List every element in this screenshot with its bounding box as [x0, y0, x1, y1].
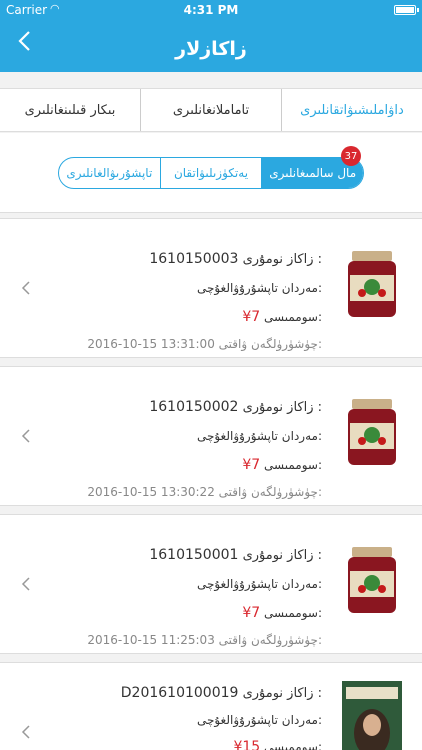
order-number-row: 1610150002 زاكاز نومۇرى : — [149, 399, 322, 415]
order-number: D201610100019 — [120, 685, 239, 701]
order-number: 1610150003 — [149, 251, 239, 267]
receiver-row: مەردان تاپشۇرۇۋالغۇچى: — [197, 713, 322, 727]
nav-bar: Carrier ◠ 4:31 PM زاكازلار — [0, 0, 422, 72]
segmented-control: تاپشۇرىۋالغانلىرى يەتكۈزىلىۋاتقان مال سا… — [58, 146, 364, 189]
receiver-name: مەردان — [281, 577, 318, 591]
chevron-left-icon — [21, 429, 30, 443]
order-price: ¥7 — [242, 309, 261, 325]
status-tabs: بىكار قىلىنغانلىرى تاماملانغانلىرى داۋام… — [0, 88, 422, 132]
receiver-row: مەردان تاپشۇرۇۋالغۇچى: — [197, 281, 322, 295]
segment-shipping[interactable]: يەتكۈزىلىۋاتقان — [159, 158, 262, 188]
total-label: سوممىسى: — [264, 310, 322, 324]
total-row: ¥15 سوممىسى: — [233, 739, 322, 750]
time-row: 2016-10-15 13:30:22 چۈشۈرۈلگەن ۋاقتى: — [87, 485, 322, 499]
time-row: 2016-10-15 13:31:00 چۈشۈرۈلگەن ۋاقتى: — [87, 337, 322, 351]
order-price: ¥15 — [233, 739, 261, 750]
order-number-row: 1610150003 زاكاز نومۇرى : — [149, 251, 322, 267]
order-number-label: زاكاز نومۇرى : — [242, 252, 322, 267]
receiver-row: مەردان تاپشۇرۇۋالغۇچى: — [197, 429, 322, 443]
order-card[interactable]: 1610150002 زاكاز نومۇرى : مەردان تاپشۇرۇ… — [0, 366, 422, 506]
order-number-label: زاكاز نومۇرى : — [242, 400, 322, 415]
order-price: ¥7 — [242, 605, 261, 621]
segment-not-shipped[interactable]: مال سالمىغانلىرى 37 — [261, 146, 364, 188]
tab-cancelled[interactable]: بىكار قىلىنغانلىرى — [0, 89, 140, 131]
order-number-label: زاكاز نومۇرى : — [242, 686, 322, 701]
tab-in-progress[interactable]: داۋاملىشىۋاتقانلىرى — [281, 89, 422, 131]
order-card[interactable]: 1610150003 زاكاز نومۇرى : مەردان تاپشۇرۇ… — [0, 218, 422, 358]
chevron-left-icon — [21, 281, 30, 295]
segment-area: تاپشۇرىۋالغانلىرى يەتكۈزىلىۋاتقان مال سا… — [0, 133, 422, 213]
product-thumbnail — [338, 541, 406, 621]
order-time: 2016-10-15 13:30:22 — [87, 485, 215, 499]
total-row: ¥7 سوممىسى: — [242, 309, 322, 325]
tab-completed[interactable]: تاماملانغانلىرى — [140, 89, 281, 131]
time-row: 2016-10-15 11:25:03 چۈشۈرۈلگەن ۋاقتى: — [87, 633, 322, 647]
order-number: 1610150001 — [149, 547, 239, 563]
chevron-left-icon — [21, 725, 30, 739]
count-badge: 37 — [341, 146, 362, 166]
battery-icon — [394, 5, 419, 15]
page-title: زاكازلار — [175, 38, 247, 60]
order-card[interactable]: 1610150001 زاكاز نومۇرى : مەردان تاپشۇرۇ… — [0, 514, 422, 654]
receiver-name: مەردان — [281, 429, 318, 443]
order-number-row: D201610100019 زاكاز نومۇرى : — [121, 685, 322, 701]
receiver-name: مەردان — [281, 713, 318, 727]
order-number-row: 1610150001 زاكاز نومۇرى : — [149, 547, 322, 563]
total-label: سوممىسى: — [264, 606, 322, 620]
product-thumbnail — [338, 245, 406, 325]
product-thumbnail — [338, 681, 406, 750]
time-label: چۈشۈرۈلگەن ۋاقتى: — [218, 633, 322, 647]
order-number: 1610150002 — [149, 399, 239, 415]
receiver-name: مەردان — [281, 281, 318, 295]
total-row: ¥7 سوممىسى: — [242, 457, 322, 473]
total-label: سوممىسى: — [264, 740, 322, 750]
segment-received[interactable]: تاپشۇرىۋالغانلىرى — [59, 158, 160, 188]
time-label: چۈشۈرۈلگەن ۋاقتى: — [218, 337, 322, 351]
order-card[interactable]: D201610100019 زاكاز نومۇرى : مەردان تاپش… — [0, 662, 422, 750]
chevron-left-icon — [21, 577, 30, 591]
clock: 4:31 PM — [183, 3, 239, 17]
order-price: ¥7 — [242, 457, 261, 473]
total-row: ¥7 سوممىسى: — [242, 605, 322, 621]
product-thumbnail — [338, 393, 406, 473]
total-label: سوممىسى: — [264, 458, 322, 472]
order-number-label: زاكاز نومۇرى : — [242, 548, 322, 563]
time-label: چۈشۈرۈلگەن ۋاقتى: — [218, 485, 322, 499]
order-time: 2016-10-15 11:25:03 — [87, 633, 215, 647]
order-time: 2016-10-15 13:31:00 — [87, 337, 215, 351]
status-bar: Carrier ◠ 4:31 PM — [0, 0, 422, 20]
receiver-row: مەردان تاپشۇرۇۋالغۇچى: — [197, 577, 322, 591]
segment-not-shipped-label: مال سالمىغانلىرى — [269, 166, 357, 180]
